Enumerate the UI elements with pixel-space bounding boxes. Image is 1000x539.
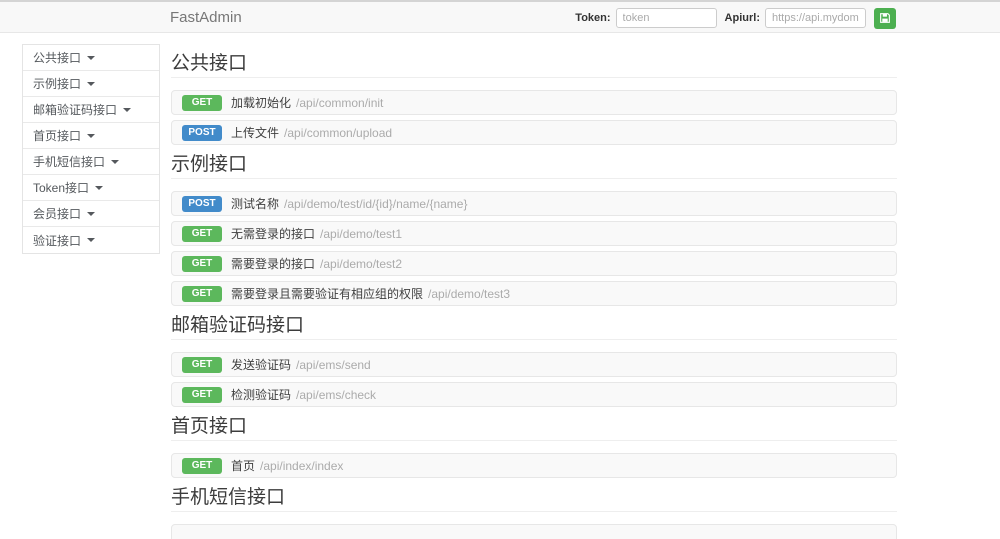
method-badge: GET [182,256,222,272]
endpoint-path: /api/demo/test/id/{id}/name/{name} [284,197,467,211]
apiurl-input[interactable] [765,8,866,28]
endpoint-path: /api/demo/test3 [428,287,510,301]
method-badge: POST [182,125,222,141]
endpoint-row[interactable]: GET 发送验证码 /api/ems/send [171,352,897,377]
section-title: 示例接口 [171,155,897,179]
sidebar-item[interactable]: 手机短信接口 [23,149,159,175]
endpoint-name: 首页 [231,457,255,474]
token-input[interactable] [616,8,717,28]
method-badge: GET [182,95,222,111]
endpoint-path: /api/common/upload [284,126,392,140]
sidebar-item[interactable]: 示例接口 [23,71,159,97]
endpoint-path: /api/demo/test1 [320,227,402,241]
sidebar-item[interactable]: 邮箱验证码接口 [23,97,159,123]
endpoint-name: 检测验证码 [231,386,291,403]
method-badge: GET [182,458,222,474]
endpoint-row[interactable]: GET 无需登录的接口 /api/demo/test1 [171,221,897,246]
method-badge: GET [182,387,222,403]
sidebar-item-label: 首页接口 [33,127,81,144]
endpoint-row[interactable]: POST 测试名称 /api/demo/test/id/{id}/name/{n… [171,191,897,216]
endpoint-name: 需要登录且需要验证有相应组的权限 [231,285,423,302]
main-content: 公共接口 GET 加载初始化 /api/common/init POST 上传文… [171,33,897,539]
sidebar: 公共接口 示例接口 邮箱验证码接口 首页接口 手机短信接口 Token接口 会员… [22,44,160,254]
section-title: 公共接口 [171,54,897,78]
sidebar-item-label: 会员接口 [33,205,81,222]
api-section: 示例接口 POST 测试名称 /api/demo/test/id/{id}/na… [171,155,897,306]
sidebar-item[interactable]: 验证接口 [23,227,159,253]
api-section: 首页接口 GET 首页 /api/index/index [171,417,897,478]
endpoint-name: 发送验证码 [231,356,291,373]
endpoint-list [171,524,897,539]
caret-down-icon [87,56,95,60]
method-badge: GET [182,357,222,373]
endpoint-list: POST 测试名称 /api/demo/test/id/{id}/name/{n… [171,191,897,306]
save-button[interactable] [874,8,896,29]
apiurl-label: Apiurl: [725,12,760,24]
api-section: 手机短信接口 [171,488,897,539]
sidebar-item-label: 手机短信接口 [33,153,105,170]
endpoint-row[interactable]: GET 需要登录的接口 /api/demo/test2 [171,251,897,276]
sidebar-item[interactable]: 首页接口 [23,123,159,149]
top-navbar: FastAdmin Token: Apiurl: [0,0,1000,33]
endpoint-list: GET 加载初始化 /api/common/init POST 上传文件 /ap… [171,90,897,145]
endpoint-path: /api/common/init [296,96,383,110]
caret-down-icon [87,134,95,138]
sidebar-item-label: 示例接口 [33,75,81,92]
sidebar-item[interactable]: 公共接口 [23,45,159,71]
api-config-form: Token: Apiurl: [575,4,896,32]
api-section: 公共接口 GET 加载初始化 /api/common/init POST 上传文… [171,54,897,145]
endpoint-row[interactable]: POST 上传文件 /api/common/upload [171,120,897,145]
endpoint-row[interactable]: GET 加载初始化 /api/common/init [171,90,897,115]
method-badge: POST [182,196,222,212]
sidebar-item-label: 邮箱验证码接口 [33,101,117,118]
endpoint-path: /api/index/index [260,459,343,473]
sidebar-item[interactable]: 会员接口 [23,201,159,227]
endpoint-list: GET 首页 /api/index/index [171,453,897,478]
endpoint-path: /api/ems/check [296,388,376,402]
caret-down-icon [95,186,103,190]
section-title: 邮箱验证码接口 [171,316,897,340]
endpoint-row[interactable]: GET 首页 /api/index/index [171,453,897,478]
section-title: 手机短信接口 [171,488,897,512]
endpoint-row[interactable]: GET 检测验证码 /api/ems/check [171,382,897,407]
endpoint-name: 加载初始化 [231,94,291,111]
endpoint-path: /api/ems/send [296,358,371,372]
section-title: 首页接口 [171,417,897,441]
endpoint-name: 需要登录的接口 [231,255,315,272]
method-badge: GET [182,286,222,302]
caret-down-icon [123,108,131,112]
endpoint-list: GET 发送验证码 /api/ems/send GET 检测验证码 /api/e… [171,352,897,407]
sidebar-item-label: 公共接口 [33,49,81,66]
method-badge: GET [182,226,222,242]
sidebar-item-label: 验证接口 [33,232,81,249]
api-section: 邮箱验证码接口 GET 发送验证码 /api/ems/send GET 检测验证… [171,316,897,407]
caret-down-icon [111,160,119,164]
sidebar-item-label: Token接口 [33,179,89,196]
endpoint-path: /api/demo/test2 [320,257,402,271]
token-label: Token: [575,12,610,24]
endpoint-name: 无需登录的接口 [231,225,315,242]
floppy-disk-icon [879,12,891,24]
endpoint-row[interactable] [171,524,897,539]
caret-down-icon [87,238,95,242]
sidebar-item[interactable]: Token接口 [23,175,159,201]
endpoint-row[interactable]: GET 需要登录且需要验证有相应组的权限 /api/demo/test3 [171,281,897,306]
endpoint-name: 测试名称 [231,195,279,212]
endpoint-name: 上传文件 [231,124,279,141]
caret-down-icon [87,212,95,216]
brand-link[interactable]: FastAdmin [170,4,242,32]
caret-down-icon [87,82,95,86]
